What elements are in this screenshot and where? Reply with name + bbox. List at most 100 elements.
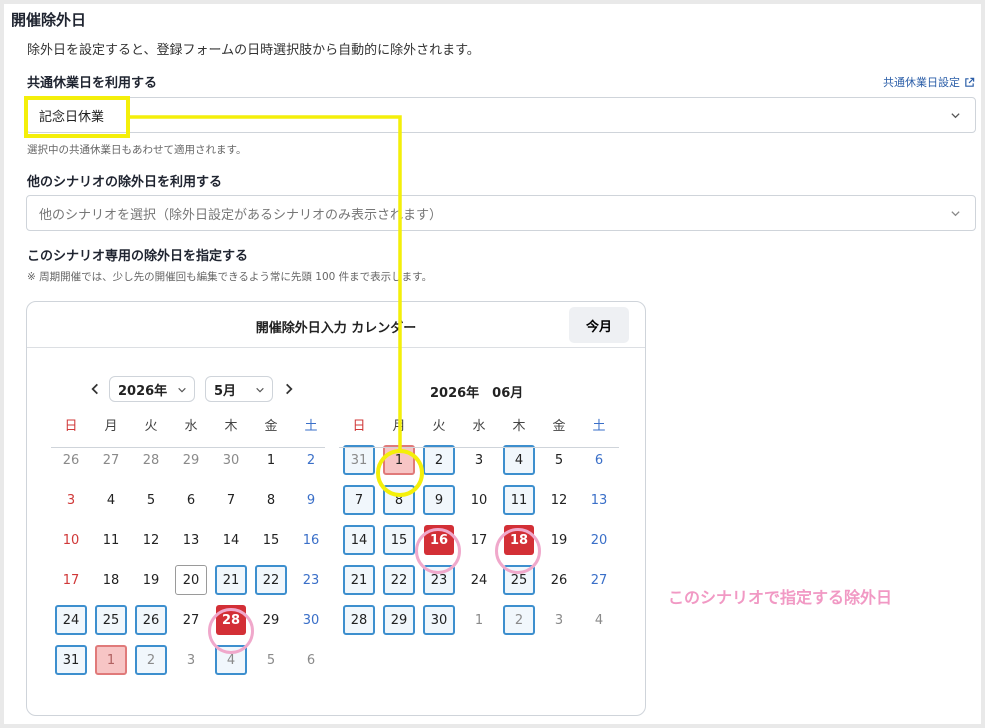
calendar-day[interactable]: 10: [463, 485, 495, 515]
shared-holiday-label: 共通休業日を利用する: [27, 76, 158, 91]
calendar-day[interactable]: 9: [423, 485, 455, 515]
exclusion-day-highlight-may28: [208, 608, 254, 654]
calendar-day[interactable]: 9: [295, 485, 327, 515]
calendar-day[interactable]: 4: [95, 485, 127, 515]
calendar-day[interactable]: 8: [255, 485, 287, 515]
chevron-left-icon[interactable]: [88, 382, 102, 396]
chevron-right-icon[interactable]: [282, 382, 296, 396]
calendar-day[interactable]: 14: [343, 525, 375, 555]
calendar-day[interactable]: 1: [463, 605, 495, 635]
calendar-day[interactable]: 21: [215, 565, 247, 595]
other-scenario-placeholder: 他のシナリオを選択（除外日設定があるシナリオのみ表示されます）: [39, 207, 443, 223]
calendar-day[interactable]: 29: [175, 445, 207, 475]
calendar-day[interactable]: 5: [135, 485, 167, 515]
calendar-day[interactable]: 29: [255, 605, 287, 635]
calendar-day[interactable]: 27: [95, 445, 127, 475]
calendar-day[interactable]: 4: [583, 605, 615, 635]
calendar-day[interactable]: 19: [135, 565, 167, 595]
calendar-day[interactable]: 17: [55, 565, 87, 595]
weekday-header: 土: [304, 419, 318, 434]
own-exclusion-note: ※ 周期開催では、少し先の開催回も編集できるよう常に先頭 100 件まで表示しま…: [27, 271, 433, 283]
calendar-day[interactable]: 24: [463, 565, 495, 595]
calendar-day[interactable]: 27: [175, 605, 207, 635]
calendar-day[interactable]: 2: [503, 605, 535, 635]
calendar-day[interactable]: 7: [215, 485, 247, 515]
weekday-header: 火: [432, 419, 446, 434]
calendar-day[interactable]: 2: [295, 445, 327, 475]
weekday-header: 金: [264, 419, 278, 434]
calendar-day[interactable]: 18: [95, 565, 127, 595]
calendar-day[interactable]: 3: [175, 645, 207, 675]
calendar-day[interactable]: 19: [543, 525, 575, 555]
calendar-day[interactable]: 16: [295, 525, 327, 555]
exclusion-settings-card: 開催除外日 除外日を設定すると、登録フォームの日時選択肢から自動的に除外されます…: [4, 4, 981, 724]
calendar-day[interactable]: 30: [215, 445, 247, 475]
calendar-day[interactable]: 6: [583, 445, 615, 475]
calendar-day[interactable]: 7: [343, 485, 375, 515]
calendar-day[interactable]: 4: [503, 445, 535, 475]
this-month-button[interactable]: 今月: [569, 307, 629, 343]
calendar-day[interactable]: 22: [383, 565, 415, 595]
calendar-day[interactable]: 11: [503, 485, 535, 515]
calendar-day[interactable]: 3: [55, 485, 87, 515]
shared-holiday-day-highlight: [376, 449, 424, 497]
chevron-down-icon: [256, 387, 264, 393]
june-weekday-divider: [339, 447, 619, 448]
calendar-day[interactable]: 24: [55, 605, 87, 635]
shared-holiday-settings-link[interactable]: 共通休業日設定: [883, 74, 975, 90]
calendar-day[interactable]: 13: [175, 525, 207, 555]
month-select-value: 5月: [214, 383, 237, 399]
calendar-day[interactable]: 2: [135, 645, 167, 675]
calendar-day[interactable]: 30: [295, 605, 327, 635]
calendar-day[interactable]: 15: [383, 525, 415, 555]
other-scenario-label: 他のシナリオの除外日を利用する: [27, 175, 223, 190]
exclusion-calendar: 開催除外日入力 カレンダー 今月 2026年 5月 2026年 06月 日月火水…: [26, 301, 646, 716]
own-exclusion-label: このシナリオ専用の除外日を指定する: [27, 249, 249, 264]
shared-holiday-highlight: [24, 96, 130, 138]
calendar-day[interactable]: 3: [543, 605, 575, 635]
month-select[interactable]: 5月: [205, 376, 273, 402]
calendar-day[interactable]: 30: [423, 605, 455, 635]
other-scenario-select[interactable]: 他のシナリオを選択（除外日設定があるシナリオのみ表示されます）: [26, 195, 976, 231]
calendar-day[interactable]: 26: [135, 605, 167, 635]
exclusion-day-highlight-jun16: [415, 528, 461, 574]
calendar-day[interactable]: 3: [463, 445, 495, 475]
calendar-day[interactable]: 6: [175, 485, 207, 515]
calendar-day[interactable]: 31: [343, 445, 375, 475]
year-select[interactable]: 2026年: [109, 376, 195, 402]
calendar-day[interactable]: 12: [135, 525, 167, 555]
calendar-day[interactable]: 23: [295, 565, 327, 595]
calendar-day[interactable]: 28: [135, 445, 167, 475]
calendar-day[interactable]: 14: [215, 525, 247, 555]
calendar-day[interactable]: 11: [95, 525, 127, 555]
weekday-header: 木: [224, 419, 238, 434]
shared-holiday-select[interactable]: 記念日休業: [26, 97, 976, 133]
calendar-day[interactable]: 17: [463, 525, 495, 555]
shared-holiday-settings-link-text: 共通休業日設定: [883, 76, 960, 89]
chevron-down-icon: [951, 211, 960, 217]
chevron-down-icon: [951, 113, 960, 119]
calendar-day[interactable]: 1: [95, 645, 127, 675]
calendar-day[interactable]: 5: [543, 445, 575, 475]
calendar-day[interactable]: 12: [543, 485, 575, 515]
calendar-day[interactable]: 22: [255, 565, 287, 595]
calendar-day[interactable]: 27: [583, 565, 615, 595]
calendar-day[interactable]: 15: [255, 525, 287, 555]
calendar-day[interactable]: 1: [255, 445, 287, 475]
calendar-day[interactable]: 10: [55, 525, 87, 555]
calendar-day[interactable]: 26: [543, 565, 575, 595]
calendar-day[interactable]: 26: [55, 445, 87, 475]
calendar-day[interactable]: 5: [255, 645, 287, 675]
calendar-day[interactable]: 28: [343, 605, 375, 635]
calendar-day[interactable]: 29: [383, 605, 415, 635]
calendar-day[interactable]: 13: [583, 485, 615, 515]
weekday-header: 木: [512, 419, 526, 434]
calendar-day[interactable]: 20: [175, 565, 207, 595]
calendar-day[interactable]: 21: [343, 565, 375, 595]
calendar-day[interactable]: 2: [423, 445, 455, 475]
calendar-day[interactable]: 20: [583, 525, 615, 555]
calendar-day[interactable]: 25: [95, 605, 127, 635]
weekday-header: 火: [144, 419, 158, 434]
calendar-day[interactable]: 6: [295, 645, 327, 675]
calendar-day[interactable]: 31: [55, 645, 87, 675]
